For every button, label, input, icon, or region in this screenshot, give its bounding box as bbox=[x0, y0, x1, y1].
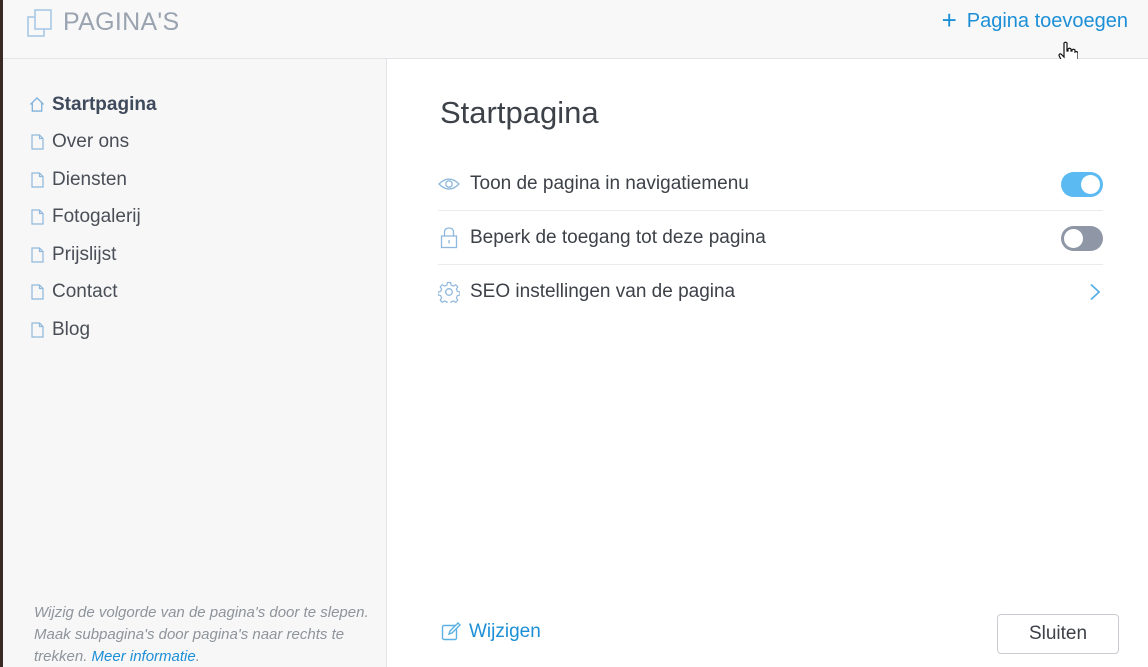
sidebar-item-contact[interactable]: Contact bbox=[29, 274, 157, 312]
close-button[interactable]: Sluiten bbox=[997, 614, 1119, 654]
page-icon bbox=[29, 133, 45, 151]
sidebar-item-label: Diensten bbox=[52, 168, 127, 190]
setting-label: Toon de pagina in navigatiemenu bbox=[470, 172, 749, 194]
eye-icon bbox=[438, 173, 460, 195]
sidebar-hint-suffix: . bbox=[195, 648, 200, 665]
main-panel: Startpagina Toon de pagina in navigatiem… bbox=[388, 59, 1148, 667]
home-icon bbox=[29, 96, 45, 114]
sidebar: Startpagina Over ons Diensten Fotogalerij Pr… bbox=[3, 59, 387, 667]
toggle-knob bbox=[1081, 175, 1100, 194]
gear-icon bbox=[438, 281, 460, 303]
page-settings-list: Toon de pagina in navigatiemenu Beperk de… bbox=[438, 157, 1103, 319]
page-icon bbox=[29, 208, 45, 226]
edit-button[interactable]: Wijzigen bbox=[441, 621, 541, 643]
setting-row-lock: Beperk de toegang tot deze pagina bbox=[438, 211, 1103, 265]
setting-row-gear[interactable]: SEO instellingen van de pagina bbox=[438, 265, 1103, 319]
pages-icon bbox=[27, 8, 53, 37]
sidebar-item-label: Fotogalerij bbox=[52, 206, 141, 228]
sidebar-item-startpagina[interactable]: Startpagina bbox=[29, 86, 157, 124]
sidebar-hint-text: Wijzig de volgorde van de pagina's door … bbox=[34, 604, 369, 665]
sidebar-item-label: Startpagina bbox=[52, 93, 157, 115]
sidebar-item-label: Contact bbox=[52, 281, 118, 303]
page-list: Startpagina Over ons Diensten Fotogalerij Pr… bbox=[29, 86, 157, 349]
header-title-group: PAGINA'S bbox=[27, 8, 179, 37]
sidebar-hint: Wijzig de volgorde van de pagina's door … bbox=[34, 602, 374, 667]
page-icon bbox=[29, 246, 45, 264]
toggle-knob bbox=[1064, 229, 1083, 248]
sidebar-item-over-ons[interactable]: Over ons bbox=[29, 124, 157, 162]
sidebar-item-fotogalerij[interactable]: Fotogalerij bbox=[29, 199, 157, 237]
header-bar: PAGINA'S + Pagina toevoegen bbox=[3, 0, 1148, 59]
toggle-switch[interactable] bbox=[1061, 226, 1103, 251]
lock-icon bbox=[438, 226, 460, 249]
edit-icon bbox=[441, 622, 461, 641]
sidebar-item-diensten[interactable]: Diensten bbox=[29, 161, 157, 199]
page-icon bbox=[29, 283, 45, 301]
add-page-button[interactable]: + Pagina toevoegen bbox=[941, 5, 1128, 35]
sidebar-item-label: Blog bbox=[52, 318, 91, 340]
setting-label: Beperk de toegang tot deze pagina bbox=[470, 226, 766, 248]
setting-row-eye: Toon de pagina in navigatiemenu bbox=[438, 157, 1103, 211]
sidebar-item-label: Prijslijst bbox=[52, 243, 117, 265]
plus-icon: + bbox=[941, 5, 957, 35]
sidebar-item-prijslijst[interactable]: Prijslijst bbox=[29, 236, 157, 274]
page-icon bbox=[29, 321, 45, 339]
selected-page-title: Startpagina bbox=[440, 95, 599, 130]
sidebar-item-blog[interactable]: Blog bbox=[29, 311, 157, 349]
page-title: PAGINA'S bbox=[63, 8, 180, 36]
add-page-label: Pagina toevoegen bbox=[966, 10, 1128, 32]
chevron-right-icon bbox=[1090, 283, 1101, 301]
setting-label: SEO instellingen van de pagina bbox=[470, 281, 736, 302]
edit-label: Wijzigen bbox=[469, 621, 541, 642]
page-icon bbox=[29, 171, 45, 189]
toggle-switch[interactable] bbox=[1061, 172, 1103, 197]
sidebar-item-label: Over ons bbox=[52, 131, 130, 153]
more-info-link[interactable]: Meer informatie bbox=[92, 648, 196, 665]
